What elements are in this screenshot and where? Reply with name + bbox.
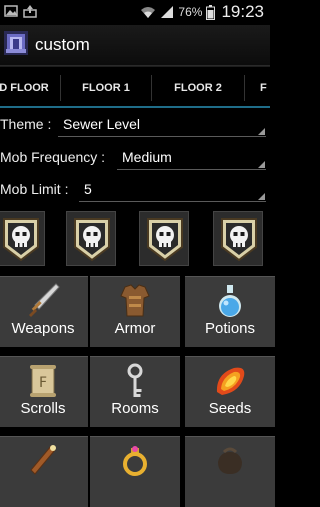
- app-title: custom: [35, 35, 90, 54]
- svg-text:F: F: [39, 375, 47, 391]
- tab-divider: [244, 75, 245, 101]
- category-ring-button[interactable]: [90, 436, 180, 507]
- dungeon-icon[interactable]: [4, 31, 28, 55]
- mob-frequency-spinner[interactable]: Medium: [122, 149, 172, 165]
- tabs-divider: [0, 106, 270, 108]
- category-scrolls-button[interactable]: F Scrolls: [0, 356, 88, 427]
- category-label: Scrolls: [20, 400, 66, 417]
- spinner-underline: [79, 201, 266, 202]
- tab-floor-3[interactable]: F: [260, 67, 270, 109]
- wand-icon: [25, 442, 61, 485]
- tab-floor-0[interactable]: D FLOOR: [0, 67, 60, 109]
- tab-label: D FLOOR: [0, 82, 49, 94]
- bag-icon: [212, 442, 248, 485]
- category-label: Seeds: [208, 400, 252, 417]
- mob-limit-label: Mob Limit :: [0, 181, 69, 197]
- dropdown-arrow-icon: [258, 128, 265, 135]
- skull-button-2[interactable]: [66, 211, 116, 266]
- skull-shield-icon: [74, 218, 110, 262]
- skull-shield-icon: [147, 218, 183, 262]
- armor-icon: [117, 282, 153, 325]
- mob-frequency-setting: Mob Frequency : Medium: [0, 142, 270, 172]
- scroll-icon: F: [25, 362, 61, 405]
- tab-label: F: [260, 82, 267, 94]
- dropdown-arrow-icon: [258, 193, 265, 200]
- upload-icon: [23, 5, 37, 18]
- photo-icon: [4, 5, 18, 17]
- skull-shield-icon: [221, 218, 257, 262]
- spinner-underline: [117, 169, 266, 170]
- sword-icon: [25, 282, 61, 325]
- battery-icon: [206, 4, 216, 20]
- skull-button-3[interactable]: [139, 211, 189, 266]
- status-bar: 76% 19:23: [0, 0, 270, 25]
- category-armor-button[interactable]: Armor: [90, 276, 180, 347]
- skull-shield-icon: [3, 218, 39, 262]
- potion-icon: [212, 282, 248, 325]
- theme-setting: Theme : Sewer Level: [0, 109, 270, 139]
- category-potions-button[interactable]: Potions: [185, 276, 275, 347]
- category-wand-button[interactable]: [0, 436, 88, 507]
- category-label: Potions: [204, 320, 256, 337]
- category-weapons-button[interactable]: Weapons: [0, 276, 88, 347]
- key-icon: [117, 362, 153, 405]
- category-label: Rooms: [111, 400, 159, 417]
- tab-floor-1[interactable]: FLOOR 1: [61, 67, 151, 109]
- category-seeds-button[interactable]: Seeds: [185, 356, 275, 427]
- category-rooms-button[interactable]: Rooms: [90, 356, 180, 427]
- category-label: Armor: [114, 320, 156, 337]
- dropdown-arrow-icon: [258, 161, 265, 168]
- mob-limit-spinner[interactable]: 5: [84, 181, 92, 197]
- seed-icon: [212, 362, 248, 405]
- wifi-icon: [141, 7, 156, 18]
- action-bar: custom: [0, 25, 270, 66]
- spinner-underline: [58, 136, 266, 137]
- category-label: Weapons: [11, 320, 75, 337]
- battery-percent: 76%: [178, 5, 203, 19]
- clock: 19:23: [221, 2, 264, 21]
- skull-button-1[interactable]: [0, 211, 45, 266]
- theme-spinner[interactable]: Sewer Level: [63, 116, 140, 132]
- floor-tabs: D FLOOR FLOOR 1 FLOOR 2 F: [0, 66, 270, 111]
- tab-label: FLOOR 1: [82, 82, 130, 94]
- category-bag-button[interactable]: [185, 436, 275, 507]
- skull-button-4[interactable]: [213, 211, 263, 266]
- theme-label: Theme :: [0, 116, 52, 132]
- tab-label: FLOOR 2: [174, 82, 222, 94]
- tab-floor-2[interactable]: FLOOR 2: [152, 67, 244, 109]
- mob-limit-setting: Mob Limit : 5: [0, 174, 270, 204]
- signal-icon: [161, 6, 174, 18]
- ring-icon: [117, 442, 153, 485]
- mob-frequency-label: Mob Frequency :: [0, 149, 106, 165]
